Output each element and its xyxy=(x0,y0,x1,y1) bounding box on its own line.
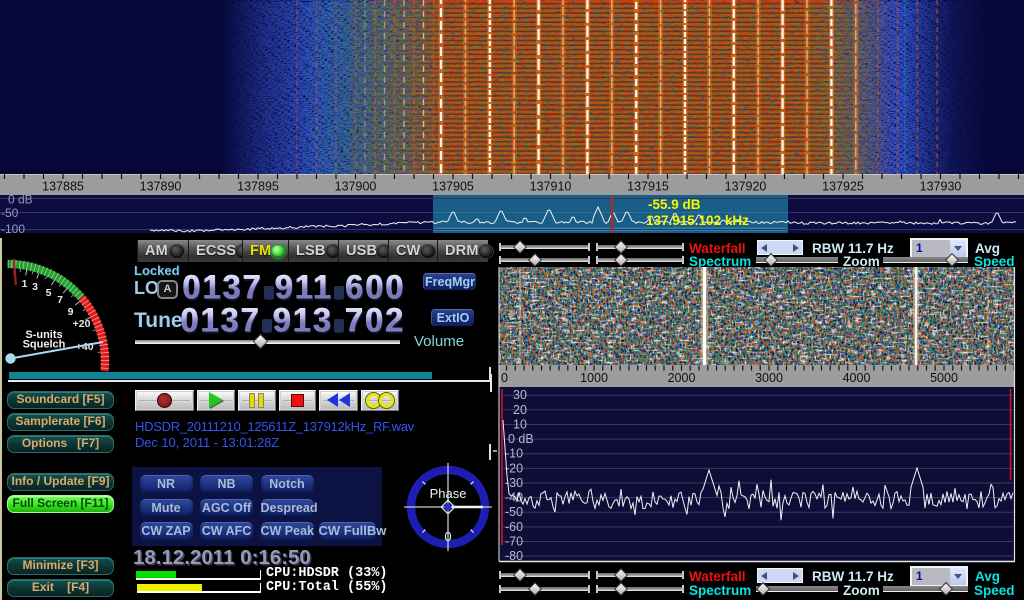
svg-text:+20: +20 xyxy=(73,318,91,330)
svg-text:-50: -50 xyxy=(505,505,523,519)
svg-text:Squelch: Squelch xyxy=(23,339,66,351)
svg-text:0: 0 xyxy=(444,529,451,544)
svg-text:4000: 4000 xyxy=(843,371,871,385)
svg-text:137910: 137910 xyxy=(530,180,572,194)
svg-text:137.915.102 kHz: 137.915.102 kHz xyxy=(646,213,749,228)
svg-text:0: 0 xyxy=(501,371,508,385)
svg-text:137920: 137920 xyxy=(725,180,767,194)
svg-text:-70: -70 xyxy=(505,535,523,549)
svg-text:1: 1 xyxy=(22,278,28,290)
svg-text:137915: 137915 xyxy=(627,180,669,194)
svg-text:-55.9 dB: -55.9 dB xyxy=(648,197,701,212)
svg-text:5: 5 xyxy=(46,287,52,299)
svg-text:137930: 137930 xyxy=(920,180,962,194)
svg-text:137895: 137895 xyxy=(237,180,279,194)
svg-text:5000: 5000 xyxy=(930,371,958,385)
svg-text:-20: -20 xyxy=(505,461,523,475)
svg-text:137900: 137900 xyxy=(335,180,377,194)
svg-text:-40: -40 xyxy=(505,491,523,505)
svg-text:-80: -80 xyxy=(505,549,523,563)
svg-text:3000: 3000 xyxy=(755,371,783,385)
svg-text:10: 10 xyxy=(513,418,527,432)
svg-text:137925: 137925 xyxy=(822,180,864,194)
svg-text:-10: -10 xyxy=(505,447,523,461)
svg-text:7: 7 xyxy=(57,294,63,306)
svg-text:3: 3 xyxy=(32,281,38,293)
svg-text:1000: 1000 xyxy=(580,371,608,385)
svg-text:9: 9 xyxy=(68,306,74,318)
svg-text:-30: -30 xyxy=(505,476,523,490)
svg-text:-60: -60 xyxy=(505,520,523,534)
svg-text:Phase: Phase xyxy=(430,486,467,501)
svg-text:30: 30 xyxy=(513,388,527,402)
svg-text:2000: 2000 xyxy=(668,371,696,385)
svg-text:137890: 137890 xyxy=(140,180,182,194)
svg-text:137905: 137905 xyxy=(432,180,474,194)
svg-text:20: 20 xyxy=(513,403,527,417)
svg-text:0 dB: 0 dB xyxy=(508,432,534,446)
